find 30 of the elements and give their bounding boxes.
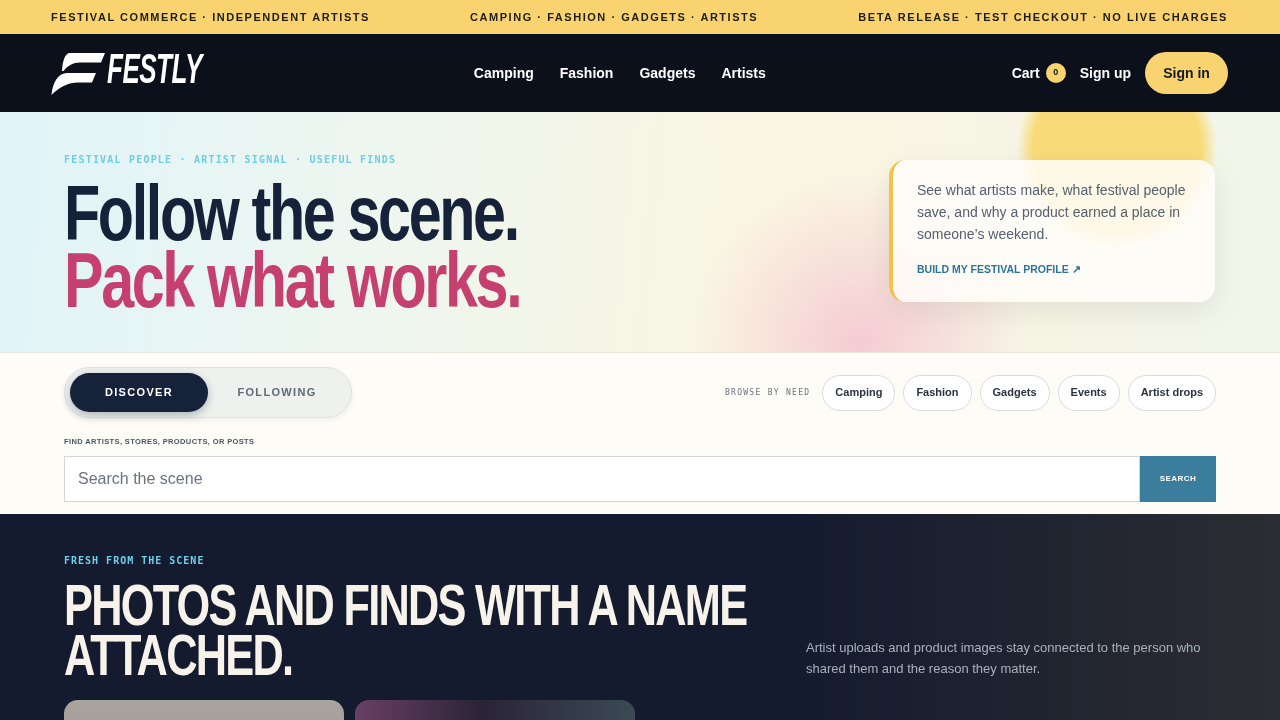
cart-link[interactable]: Cart 0 <box>1011 62 1066 84</box>
nav-link[interactable]: Artists <box>721 62 766 84</box>
hero-card-text: See what artists make, what festival people save, and why a product earned a place in someone’s weekend. <box>917 181 1187 244</box>
sign-in-button[interactable]: Sign in <box>1145 52 1228 94</box>
fresh-eyebrow: FRESH FROM THE SCENE <box>64 555 206 567</box>
feed-tab[interactable]: FOLLOWING <box>208 373 346 412</box>
hero-eyebrow: FESTIVAL PEOPLE · ARTIST SIGNAL · USEFUL FINDS <box>64 154 398 166</box>
nav-link[interactable]: Fashion <box>559 62 614 84</box>
cart-count: 0 <box>1045 63 1066 83</box>
hero-headline: Pack what works. <box>64 247 521 314</box>
category-chip[interactable]: Events <box>1057 374 1120 411</box>
announcement-text: CAMPING · FASHION · GADGETS · ARTISTS <box>470 9 759 25</box>
hero-headline: Follow the scene. <box>64 180 518 247</box>
fresh-description: Artist uploads and product images stay connected to the person who shared them and the reason they matter. <box>806 639 1202 678</box>
category-chip[interactable]: Artist drops <box>1127 374 1216 411</box>
announcement-text: BETA RELEASE · TEST CHECKOUT · NO LIVE CHARGES <box>858 9 1228 25</box>
feed-tab[interactable]: DISCOVER <box>70 373 208 412</box>
announcement-text: FESTIVAL COMMERCE · INDEPENDENT ARTISTS <box>51 9 370 25</box>
nav-link[interactable]: Gadgets <box>639 62 696 84</box>
category-chip[interactable]: Fashion <box>903 374 972 411</box>
category-chip[interactable]: Camping <box>822 374 896 411</box>
sign-up-link[interactable]: Sign up <box>1079 62 1131 84</box>
search-button[interactable]: SEARCH <box>1140 456 1216 502</box>
nav-link[interactable]: Camping <box>473 62 534 84</box>
browse-label: BROWSE BY NEED <box>724 386 811 399</box>
fresh-heading: PHOTOS AND FINDS WITH A NAME ATTACHED. <box>64 580 748 680</box>
category-chip[interactable]: Gadgets <box>979 374 1050 411</box>
search-input[interactable]: Search the scene <box>64 456 1140 502</box>
profile-link[interactable]: BUILD MY FESTIVAL PROFILE ↗ <box>917 262 1081 278</box>
logo-swoosh-icon <box>51 51 105 95</box>
